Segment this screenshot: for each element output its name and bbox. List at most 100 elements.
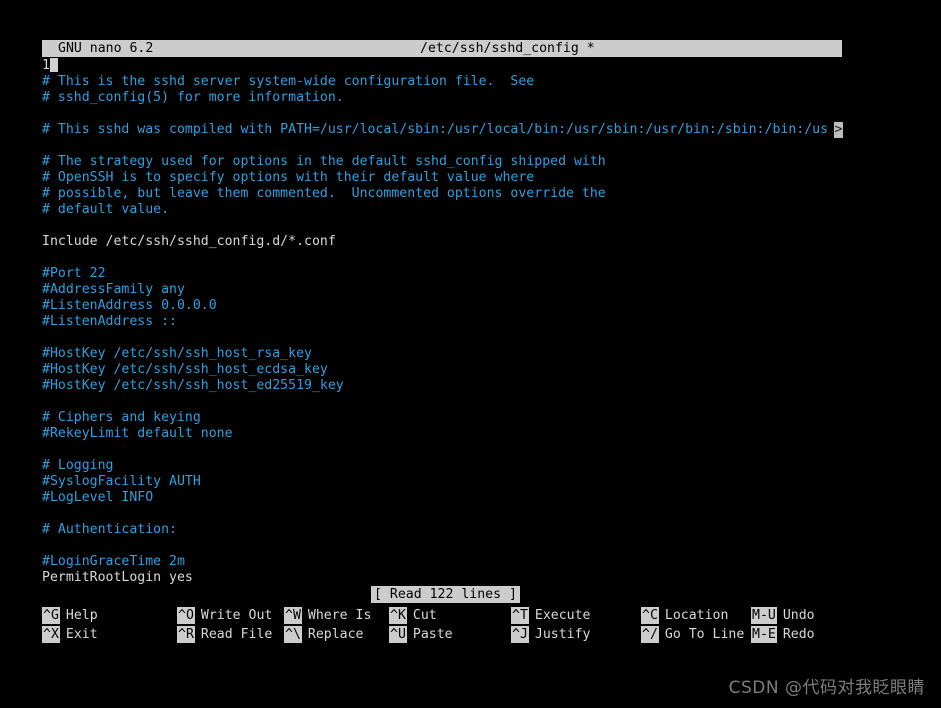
buffer-line-text: # Ciphers and keying <box>42 410 201 425</box>
buffer-line-text: # sshd_config(5) for more information. <box>42 90 344 105</box>
nano-version-label: GNU nano 6.2 <box>58 41 154 56</box>
shortcut-label: Help <box>65 608 98 623</box>
shortcut-key: ^U <box>389 626 407 643</box>
buffer-line-text: #SyslogFacility AUTH <box>42 474 201 489</box>
buffer-line: # Logging <box>42 458 842 474</box>
shortcut-label: Write Out <box>200 608 273 623</box>
buffer-line <box>42 506 842 522</box>
buffer-line: PermitRootLogin yes <box>42 570 842 586</box>
nano-text-buffer[interactable]: 1 # This is the sshd server system-wide c… <box>42 57 843 586</box>
shortcut-label: Execute <box>534 608 591 623</box>
shortcut-undo[interactable]: M-U Undo <box>751 607 815 624</box>
buffer-line-text: #AddressFamily any <box>42 282 185 297</box>
buffer-line: #SyslogFacility AUTH <box>42 474 842 490</box>
shortcut-exit[interactable]: ^X Exit <box>42 626 177 643</box>
buffer-line <box>42 250 842 266</box>
buffer-line-text: # default value. <box>42 202 170 217</box>
line-continuation-marker: > <box>834 122 843 138</box>
shortcut-label: Cut <box>412 608 437 623</box>
shortcut-cut[interactable]: ^K Cut <box>389 607 511 624</box>
shortcut-key: ^/ <box>641 626 659 643</box>
shortcut-replace[interactable]: ^\ Replace <box>284 626 389 643</box>
shortcut-label: Justify <box>534 627 591 642</box>
text-cursor <box>49 58 58 72</box>
buffer-line: Include /etc/ssh/sshd_config.d/*.conf <box>42 234 842 250</box>
buffer-line <box>42 106 842 122</box>
shortcut-key: ^C <box>641 607 659 624</box>
shortcut-label: Redo <box>782 627 815 642</box>
buffer-line-text: #LoginGraceTime 2m <box>42 554 185 569</box>
shortcut-justify[interactable]: ^J Justify <box>511 626 641 643</box>
shortcut-where-is[interactable]: ^W Where Is <box>284 607 389 624</box>
shortcut-redo[interactable]: M-E Redo <box>751 626 815 643</box>
buffer-line-text: PermitRootLogin yes <box>42 570 193 585</box>
buffer-line-text: Include /etc/ssh/sshd_config.d/*.conf <box>42 234 336 249</box>
shortcut-read-file[interactable]: ^R Read File <box>177 626 284 643</box>
nano-shortcut-bar: ^G Help ^O Write Out ^W Where Is ^K Cut ^T Execut… <box>42 606 842 644</box>
buffer-line-text: #HostKey /etc/ssh/ssh_host_ecdsa_key <box>42 362 328 377</box>
shortcut-write-out[interactable]: ^O Write Out <box>177 607 284 624</box>
shortcut-key: ^G <box>42 607 60 624</box>
buffer-line-text: # OpenSSH is to specify options with the… <box>42 170 535 185</box>
buffer-line: #HostKey /etc/ssh/ssh_host_ed25519_key <box>42 378 842 394</box>
buffer-line: # This sshd was compiled with PATH=/usr/… <box>42 122 843 138</box>
buffer-line: #ListenAddress :: <box>42 314 842 330</box>
buffer-line <box>42 538 842 554</box>
buffer-line: #ListenAddress 0.0.0.0 <box>42 298 842 314</box>
shortcut-paste[interactable]: ^U Paste <box>389 626 511 643</box>
shortcut-label: Read File <box>200 627 273 642</box>
buffer-line-text: #ListenAddress :: <box>42 314 177 329</box>
buffer-line: #Port 22 <box>42 266 842 282</box>
buffer-line: # sshd_config(5) for more information. <box>42 90 842 106</box>
buffer-line: #AddressFamily any <box>42 282 842 298</box>
buffer-line-text: # Logging <box>42 458 114 473</box>
buffer-line: # possible, but leave them commented. Un… <box>42 186 842 202</box>
shortcut-key: ^X <box>42 626 60 643</box>
shortcut-go-to-line[interactable]: ^/ Go To Line <box>641 626 751 643</box>
shortcut-execute[interactable]: ^T Execute <box>511 607 641 624</box>
buffer-line-text: #ListenAddress 0.0.0.0 <box>42 298 217 313</box>
shortcut-key: ^T <box>511 607 529 624</box>
buffer-line: #HostKey /etc/ssh/ssh_host_rsa_key <box>42 346 842 362</box>
shortcut-row-2: ^X Exit ^R Read File ^\ Replace ^U Paste ^J Justi… <box>42 625 842 644</box>
nano-filename-label: /etc/ssh/sshd_config * <box>420 41 595 56</box>
shortcut-key: M-U <box>751 607 777 624</box>
buffer-line-text: #Port 22 <box>42 266 106 281</box>
buffer-line-text: # Authentication: <box>42 522 177 537</box>
shortcut-location[interactable]: ^C Location <box>641 607 751 624</box>
buffer-line-text: 1 <box>42 58 50 73</box>
buffer-line-text: #LogLevel INFO <box>42 490 154 505</box>
buffer-line: 1 <box>42 58 842 74</box>
buffer-line <box>42 330 842 346</box>
shortcut-key: ^\ <box>284 626 302 643</box>
buffer-line <box>42 394 842 410</box>
buffer-line <box>42 442 842 458</box>
buffer-line: # OpenSSH is to specify options with the… <box>42 170 842 186</box>
shortcut-key: M-E <box>751 626 777 643</box>
buffer-line-text: # This sshd was compiled with PATH=/usr/… <box>42 122 829 137</box>
buffer-line: # Ciphers and keying <box>42 410 842 426</box>
shortcut-help[interactable]: ^G Help <box>42 607 177 624</box>
buffer-line-text: #HostKey /etc/ssh/ssh_host_ed25519_key <box>42 378 344 393</box>
buffer-line-text: #HostKey /etc/ssh/ssh_host_rsa_key <box>42 346 312 361</box>
buffer-line <box>42 138 842 154</box>
buffer-line-text: #RekeyLimit default none <box>42 426 233 441</box>
buffer-line: #LogLevel INFO <box>42 490 842 506</box>
nano-status-bar: [ Read 122 lines ] <box>42 586 842 603</box>
shortcut-label: Where Is <box>307 608 372 623</box>
shortcut-label: Go To Line <box>664 627 745 642</box>
shortcut-key: ^R <box>177 626 195 643</box>
buffer-line <box>42 218 842 234</box>
shortcut-label: Undo <box>782 608 815 623</box>
csdn-watermark: CSDN @代码对我眨眼睛 <box>728 678 925 698</box>
shortcut-key: ^J <box>511 626 529 643</box>
nano-title-bar: GNU nano 6.2 /etc/ssh/sshd_config * <box>42 40 842 57</box>
buffer-line: #RekeyLimit default none <box>42 426 842 442</box>
buffer-line-text: # The strategy used for options in the d… <box>42 154 606 169</box>
buffer-line-text: # This is the sshd server system-wide co… <box>42 74 535 89</box>
buffer-line: #LoginGraceTime 2m <box>42 554 842 570</box>
shortcut-key: ^W <box>284 607 302 624</box>
buffer-line: # This is the sshd server system-wide co… <box>42 74 842 90</box>
shortcut-key: ^K <box>389 607 407 624</box>
shortcut-label: Exit <box>65 627 98 642</box>
